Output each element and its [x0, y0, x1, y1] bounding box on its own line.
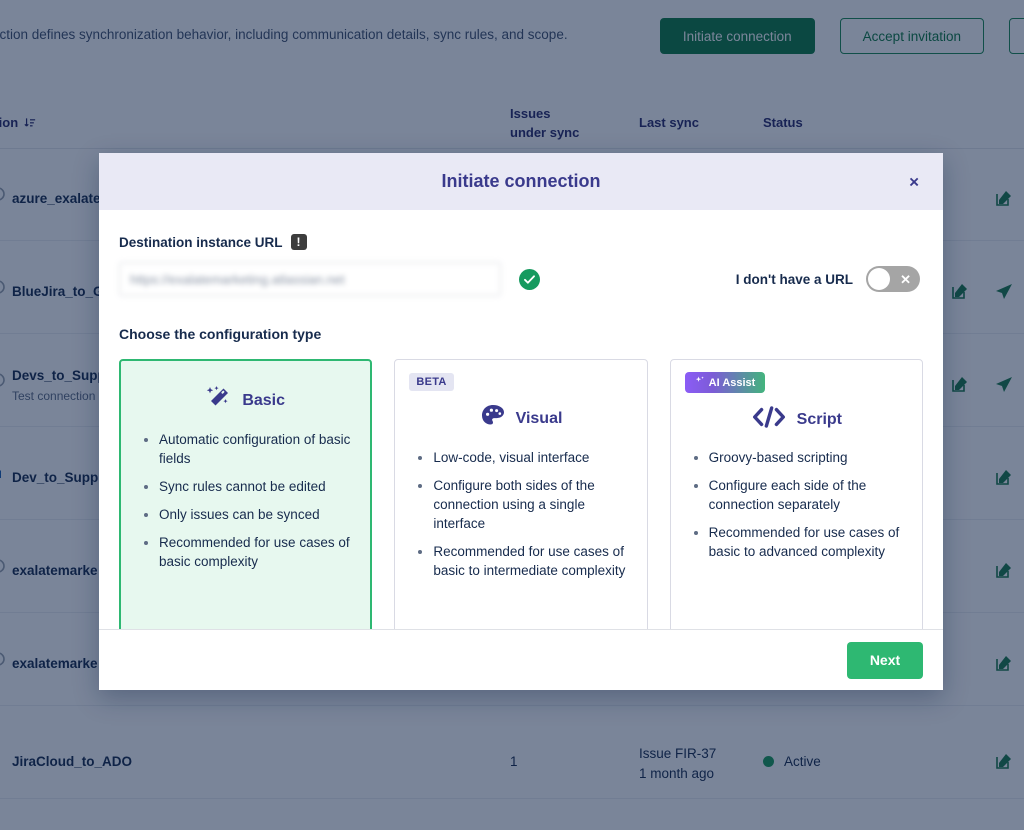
- config-card-script[interactable]: AI Assist Script Groovy-based scripting …: [670, 359, 923, 629]
- config-card-script-title: Script: [797, 411, 842, 429]
- palette-icon: [480, 403, 506, 434]
- config-card-visual[interactable]: BETA Visual Low-code, visual i: [394, 359, 647, 629]
- config-card-visual-bullets: Low-code, visual interface Configure bot…: [409, 448, 632, 580]
- list-item: Configure each side of the connection se…: [709, 476, 908, 514]
- no-url-label: I don't have a URL: [736, 272, 853, 287]
- modal-title: Initiate connection: [441, 171, 600, 192]
- list-item: Groovy-based scripting: [709, 448, 908, 467]
- config-card-basic-bullets: Automatic configuration of basic fields …: [135, 430, 356, 571]
- no-url-toggle[interactable]: ✕: [866, 266, 920, 292]
- config-card-script-title-row: Script: [685, 405, 908, 434]
- configuration-type-heading: Choose the configuration type: [119, 326, 923, 342]
- list-item: Automatic configuration of basic fields: [159, 430, 356, 468]
- toggle-off-icon: ✕: [900, 273, 911, 286]
- config-card-basic-title-row: Basic: [135, 385, 356, 416]
- code-brackets-icon: [751, 405, 787, 434]
- ai-assist-badge-label: AI Assist: [709, 377, 756, 389]
- info-icon[interactable]: !: [291, 234, 307, 250]
- config-card-visual-title: Visual: [516, 410, 563, 428]
- toggle-knob: [868, 268, 890, 290]
- close-icon[interactable]: ×: [909, 173, 919, 190]
- modal-header: Initiate connection ×: [99, 153, 943, 210]
- modal-footer: Next: [99, 629, 943, 690]
- no-url-toggle-group: I don't have a URL ✕: [736, 266, 923, 292]
- destination-url-row: I don't have a URL ✕: [119, 262, 923, 296]
- next-button[interactable]: Next: [847, 642, 923, 679]
- modal-body: Destination instance URL ! I don't have …: [99, 210, 943, 629]
- magic-wand-icon: [206, 385, 232, 416]
- config-card-basic[interactable]: Basic Automatic configuration of basic f…: [119, 359, 372, 629]
- sparkle-icon: [695, 376, 705, 389]
- beta-badge: BETA: [409, 373, 453, 391]
- list-item: Recommended for use cases of basic to ad…: [709, 523, 908, 561]
- list-item: Recommended for use cases of basic compl…: [159, 533, 356, 571]
- list-item: Low-code, visual interface: [433, 448, 632, 467]
- destination-url-label: Destination instance URL: [119, 235, 283, 250]
- list-item: Sync rules cannot be edited: [159, 477, 356, 496]
- list-item: Recommended for use cases of basic to in…: [433, 542, 632, 580]
- config-card-basic-title: Basic: [242, 392, 285, 410]
- config-card-visual-title-row: Visual: [409, 403, 632, 434]
- list-item: Configure both sides of the connection u…: [433, 476, 632, 533]
- ai-assist-badge: AI Assist: [685, 372, 766, 393]
- check-circle-icon: [519, 269, 540, 290]
- configuration-type-cards: Basic Automatic configuration of basic f…: [119, 359, 923, 629]
- initiate-connection-modal: Initiate connection × Destination instan…: [99, 153, 943, 690]
- config-card-script-bullets: Groovy-based scripting Configure each si…: [685, 448, 908, 561]
- destination-url-label-row: Destination instance URL !: [119, 234, 923, 250]
- list-item: Only issues can be synced: [159, 505, 356, 524]
- destination-url-input[interactable]: [119, 262, 501, 296]
